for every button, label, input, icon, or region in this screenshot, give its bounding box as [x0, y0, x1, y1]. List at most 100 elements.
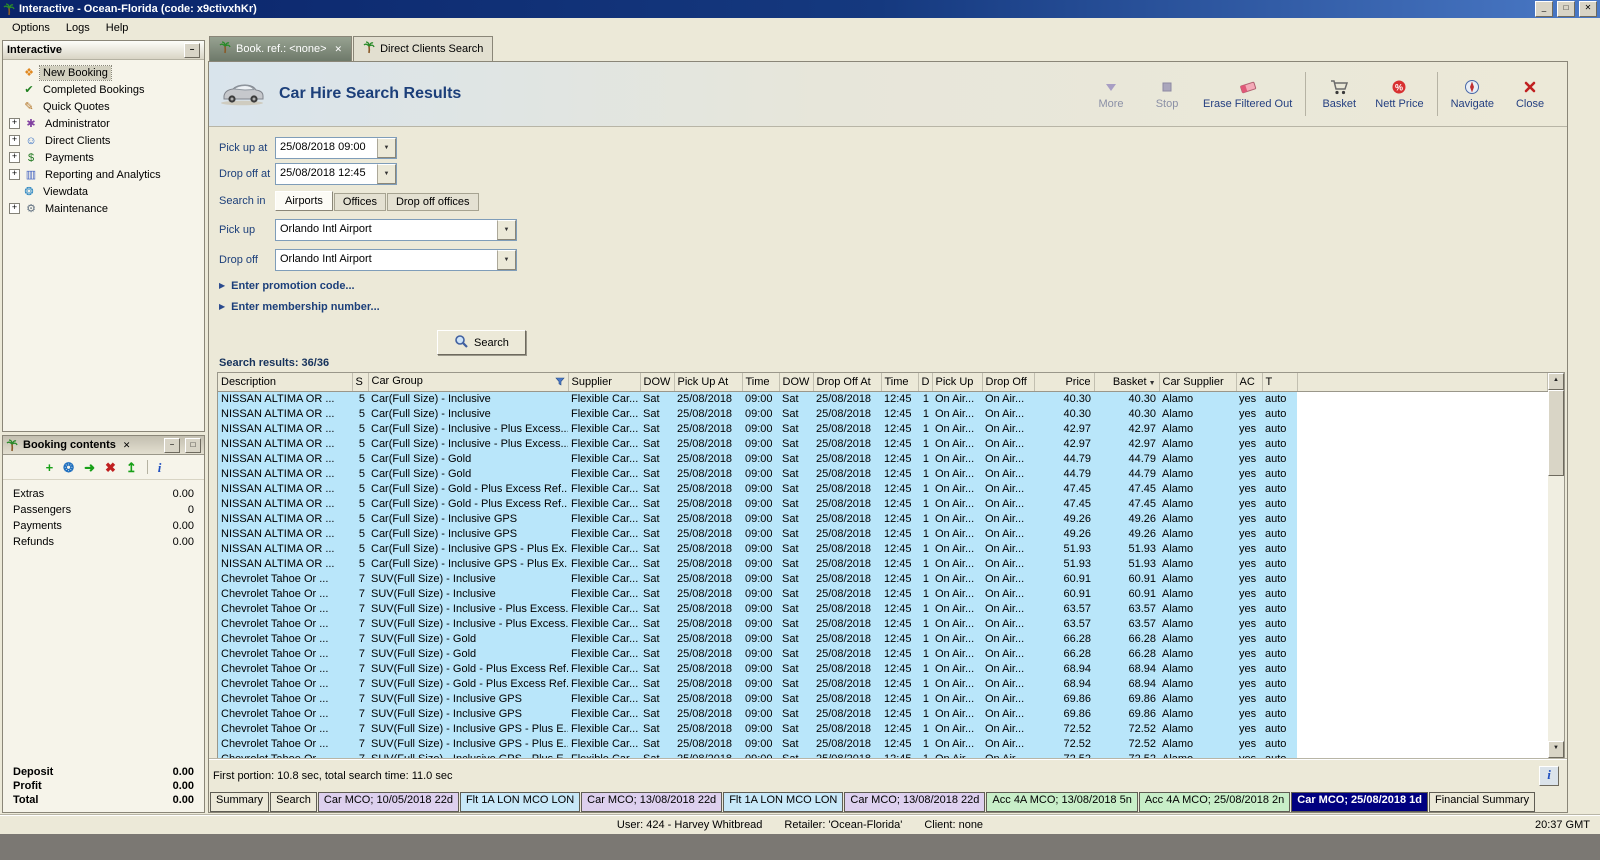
- promotion-code-expander[interactable]: ▶ Enter promotion code...: [219, 278, 1567, 293]
- scroll-down-icon[interactable]: ▼: [1548, 741, 1564, 758]
- result-row[interactable]: NISSAN ALTIMA OR ... 5 Car(Full Size) - In…: [218, 512, 1548, 527]
- move-up-icon[interactable]: ↥: [126, 461, 137, 474]
- dropoff-at-dropdown-icon[interactable]: ▼: [377, 163, 396, 184]
- booking-minimize-button[interactable]: −: [164, 437, 180, 453]
- segment-tab-financial-summary[interactable]: Financial Summary: [1429, 792, 1536, 812]
- column-header-time[interactable]: Time: [742, 373, 780, 392]
- search-button[interactable]: Search: [437, 330, 526, 355]
- result-row[interactable]: NISSAN ALTIMA OR ... 5 Car(Full Size) - Go…: [218, 482, 1548, 497]
- result-row[interactable]: NISSAN ALTIMA OR ... 5 Car(Full Size) - In…: [218, 557, 1548, 572]
- panel-collapse-button[interactable]: −: [184, 42, 200, 58]
- result-row[interactable]: Chevrolet Tahoe Or ... 7 SUV(Full Size) - …: [218, 707, 1548, 722]
- result-row[interactable]: Chevrolet Tahoe Or ... 7 SUV(Full Size) - …: [218, 587, 1548, 602]
- result-row[interactable]: Chevrolet Tahoe Or ... 7 SUV(Full Size) - …: [218, 647, 1548, 662]
- result-row[interactable]: Chevrolet Tahoe Or ... 7 SUV(Full Size) - …: [218, 617, 1548, 632]
- dropoff-dropdown-icon[interactable]: ▼: [497, 249, 516, 270]
- result-row[interactable]: Chevrolet Tahoe Or ... 7 SUV(Full Size) - …: [218, 752, 1548, 758]
- stop-button[interactable]: Stop: [1140, 75, 1194, 113]
- erase-filtered-out-button[interactable]: Erase Filtered Out: [1196, 75, 1299, 113]
- result-row[interactable]: NISSAN ALTIMA OR ... 5 Car(Full Size) - Go…: [218, 497, 1548, 512]
- dropoff-location-combo[interactable]: Orlando Intl Airport ▼: [275, 248, 517, 271]
- column-header-basket[interactable]: Basket ▼: [1094, 373, 1160, 392]
- sidebar-item-completed-bookings[interactable]: ✔ Completed Bookings: [3, 81, 204, 98]
- sidebar-item-administrator[interactable]: + ✱ Administrator: [3, 115, 204, 132]
- segment-tab-acc-4a-mco-13-08-2018-5n[interactable]: Acc 4A MCO; 13/08/2018 5n: [986, 792, 1138, 812]
- result-row[interactable]: Chevrolet Tahoe Or ... 7 SUV(Full Size) - …: [218, 692, 1548, 707]
- result-row[interactable]: Chevrolet Tahoe Or ... 7 SUV(Full Size) - …: [218, 722, 1548, 737]
- pickup-location-combo[interactable]: Orlando Intl Airport ▼: [275, 218, 517, 241]
- table-vertical-scrollbar[interactable]: ▲ ▼: [1548, 372, 1565, 759]
- result-row[interactable]: Chevrolet Tahoe Or ... 7 SUV(Full Size) - …: [218, 677, 1548, 692]
- scrollbar-thumb[interactable]: [1548, 390, 1564, 476]
- result-row[interactable]: Chevrolet Tahoe Or ... 7 SUV(Full Size) - …: [218, 602, 1548, 617]
- search-in-tab-drop-off-offices[interactable]: Drop off offices: [386, 192, 479, 211]
- delete-icon[interactable]: ✖: [105, 461, 116, 474]
- minimize-button[interactable]: _: [1535, 1, 1553, 17]
- menu-help[interactable]: Help: [98, 20, 137, 36]
- column-header-ac[interactable]: AC: [1236, 373, 1263, 392]
- dropoff-at-combo[interactable]: 25/08/2018 12:45 ▼: [275, 162, 397, 185]
- segment-tab-car-mco-13-08-2018-22d[interactable]: Car MCO; 13/08/2018 22d: [581, 792, 723, 812]
- sidebar-item-direct-clients[interactable]: + ☺ Direct Clients: [3, 132, 204, 149]
- booking-restore-button[interactable]: □: [185, 437, 201, 453]
- expand-plus-icon[interactable]: +: [9, 152, 20, 163]
- segment-tab-acc-4a-mco-25-08-2018-2n[interactable]: Acc 4A MCO; 25/08/2018 2n: [1138, 792, 1291, 812]
- result-row[interactable]: Chevrolet Tahoe Or ... 7 SUV(Full Size) - …: [218, 632, 1548, 647]
- sidebar-item-quick-quotes[interactable]: ✎ Quick Quotes: [3, 98, 204, 115]
- add-icon[interactable]: +: [46, 461, 54, 474]
- sidebar-item-viewdata[interactable]: ❂ Viewdata: [3, 183, 204, 200]
- to-basket-icon[interactable]: ➜: [84, 461, 95, 474]
- tab-close-icon[interactable]: ✕: [335, 44, 343, 55]
- expand-plus-icon[interactable]: +: [9, 169, 20, 180]
- search-in-tab-offices[interactable]: Offices: [333, 192, 386, 211]
- info-icon[interactable]: i: [158, 461, 162, 474]
- scrollbar-track[interactable]: [1548, 390, 1564, 741]
- result-row[interactable]: NISSAN ALTIMA OR ... 5 Car(Full Size) - In…: [218, 391, 1548, 407]
- column-header-time[interactable]: Time: [881, 373, 919, 392]
- sidebar-item-maintenance[interactable]: + ⚙ Maintenance: [3, 200, 204, 217]
- result-row[interactable]: Chevrolet Tahoe Or ... 7 SUV(Full Size) - …: [218, 572, 1548, 587]
- expand-plus-icon[interactable]: +: [9, 203, 20, 214]
- result-row[interactable]: Chevrolet Tahoe Or ... 7 SUV(Full Size) - …: [218, 737, 1548, 752]
- world-icon[interactable]: ❂: [63, 461, 74, 474]
- column-header-description[interactable]: Description: [218, 373, 353, 392]
- doc-tab-book-ref-none[interactable]: Book. ref.: <none> ✕: [209, 36, 353, 61]
- column-header-d[interactable]: D: [918, 373, 933, 392]
- column-header-pick-up[interactable]: Pick Up: [932, 373, 983, 392]
- sidebar-item-new-booking[interactable]: ❖ New Booking: [3, 64, 204, 81]
- result-row[interactable]: NISSAN ALTIMA OR ... 5 Car(Full Size) - In…: [218, 527, 1548, 542]
- result-row[interactable]: NISSAN ALTIMA OR ... 5 Car(Full Size) - In…: [218, 542, 1548, 557]
- segment-tab-flt-1a-lon-mco-lon[interactable]: Flt 1A LON MCO LON: [723, 792, 844, 812]
- sidebar-item-payments[interactable]: + $ Payments: [3, 149, 204, 166]
- expand-plus-icon[interactable]: +: [9, 135, 20, 146]
- info-button[interactable]: i: [1539, 766, 1559, 786]
- pickup-at-combo[interactable]: 25/08/2018 09:00 ▼: [275, 136, 397, 159]
- menu-logs[interactable]: Logs: [58, 20, 98, 36]
- more-button[interactable]: More: [1084, 75, 1138, 113]
- segment-tab-flt-1a-lon-mco-lon[interactable]: Flt 1A LON MCO LON: [459, 792, 581, 812]
- result-row[interactable]: NISSAN ALTIMA OR ... 5 Car(Full Size) - In…: [218, 437, 1548, 452]
- column-header-dow[interactable]: DOW: [640, 373, 675, 392]
- filter-funnel-icon[interactable]: [554, 377, 565, 389]
- segment-tab-summary[interactable]: Summary: [210, 792, 270, 812]
- segment-tab-car-mco-10-05-2018-22d[interactable]: Car MCO; 10/05/2018 22d: [317, 792, 459, 812]
- basket-button[interactable]: Basket: [1312, 75, 1366, 113]
- membership-number-expander[interactable]: ▶ Enter membership number...: [219, 299, 1567, 314]
- pickup-at-dropdown-icon[interactable]: ▼: [377, 137, 396, 158]
- result-row[interactable]: NISSAN ALTIMA OR ... 5 Car(Full Size) - Go…: [218, 467, 1548, 482]
- column-header-price[interactable]: Price: [1034, 373, 1095, 392]
- column-header-t[interactable]: T: [1262, 373, 1298, 392]
- column-header-drop-off-at[interactable]: Drop Off At: [813, 373, 882, 392]
- column-header-supplier[interactable]: Supplier: [568, 373, 641, 392]
- result-row[interactable]: NISSAN ALTIMA OR ... 5 Car(Full Size) - In…: [218, 407, 1548, 422]
- pickup-dropdown-icon[interactable]: ▼: [497, 219, 516, 240]
- column-header-car-supplier[interactable]: Car Supplier: [1159, 373, 1237, 392]
- search-in-tab-airports[interactable]: Airports: [275, 190, 333, 211]
- booking-contents-close-icon[interactable]: ✕: [121, 440, 133, 451]
- result-row[interactable]: Chevrolet Tahoe Or ... 7 SUV(Full Size) - …: [218, 662, 1548, 677]
- scroll-up-icon[interactable]: ▲: [1548, 373, 1564, 390]
- column-header-pick-up-at[interactable]: Pick Up At: [674, 373, 743, 392]
- nett-price-button[interactable]: % Nett Price: [1368, 75, 1430, 113]
- expand-plus-icon[interactable]: +: [9, 118, 20, 129]
- maximize-button[interactable]: □: [1557, 1, 1575, 17]
